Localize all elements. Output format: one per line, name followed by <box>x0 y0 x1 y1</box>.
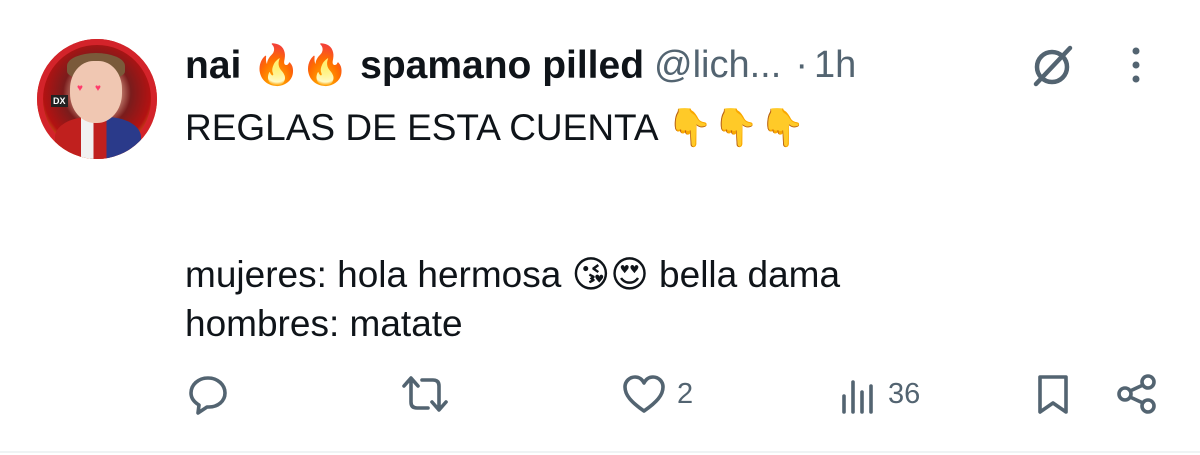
tweet-line: hombres: matate <box>185 303 463 344</box>
reply-button[interactable] <box>186 368 240 420</box>
tweet-header: nai 🔥🔥 spamano pilled @lich... · 1h <box>185 40 856 90</box>
tweet-line <box>185 201 1165 250</box>
separator-dot: · <box>795 43 808 86</box>
avatar-hearts: ♥♥ <box>77 83 113 94</box>
more-icon[interactable] <box>1124 45 1148 85</box>
avatar-sponsor-text: DX <box>51 95 68 107</box>
tweet-line: mujeres: hola hermosa 😘😍 bella dama <box>185 254 841 295</box>
share-icon <box>1117 374 1156 414</box>
repost-button[interactable] <box>400 368 460 420</box>
like-count: 2 <box>677 377 694 410</box>
bookmark-button[interactable] <box>1034 368 1072 420</box>
display-name[interactable]: nai 🔥🔥 spamano pilled <box>185 42 644 88</box>
views-count: 36 <box>888 377 921 410</box>
tweet[interactable]: ♥♥ DX nai 🔥🔥 spamano pilled @lich... · 1… <box>0 0 1200 455</box>
views-icon <box>842 380 873 414</box>
repost-icon <box>402 376 448 412</box>
share-button[interactable] <box>1114 368 1160 420</box>
avatar[interactable]: ♥♥ DX <box>37 39 157 159</box>
divider <box>0 451 1200 453</box>
user-handle[interactable]: @lich... <box>654 44 781 87</box>
grok-icon[interactable] <box>1024 44 1080 88</box>
reply-icon <box>189 376 227 415</box>
bookmark-icon <box>1038 375 1068 414</box>
views-button[interactable]: 36 <box>838 368 920 420</box>
tweet-text: REGLAS DE ESTA CUENTA 👇👇👇 mujeres: hola … <box>185 103 1165 348</box>
tweet-line <box>185 152 1165 201</box>
avatar-shirt <box>55 117 141 159</box>
like-button[interactable]: 2 <box>621 368 693 420</box>
timestamp[interactable]: 1h <box>814 44 856 87</box>
action-bar: 2 36 <box>0 368 1200 420</box>
tweet-line: REGLAS DE ESTA CUENTA 👇👇👇 <box>185 107 806 148</box>
like-icon <box>623 375 665 413</box>
